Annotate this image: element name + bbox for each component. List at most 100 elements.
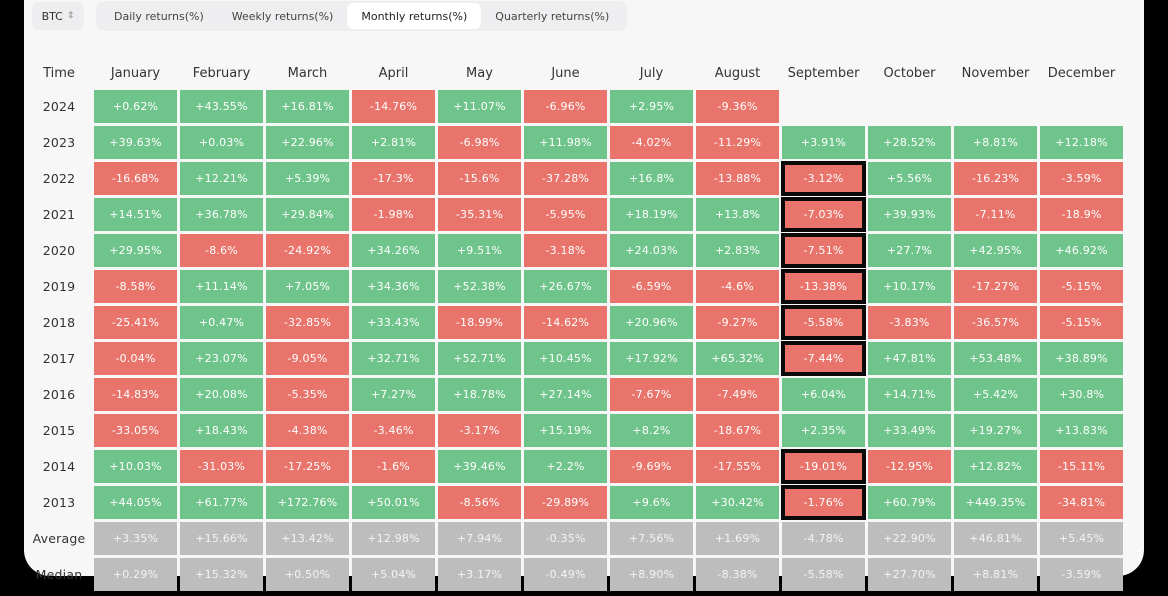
return-cell: +8.2% (610, 414, 693, 447)
return-cell: +14.71% (868, 378, 951, 411)
return-cell: -17.25% (266, 450, 349, 483)
return-cell: -8.6% (180, 234, 263, 267)
return-cell: -18.99% (438, 306, 521, 339)
return-cell: +5.42% (954, 378, 1037, 411)
empty-cell (868, 90, 951, 123)
return-cell: +12.18% (1040, 126, 1123, 159)
table-row: 2018 -25.41% +0.47% -32.85% +33.43% -18.99% -1… (27, 305, 1123, 340)
return-cell: +29.95% (94, 234, 177, 267)
stat-cell: -4.78% (782, 522, 865, 555)
return-cell: +10.03% (94, 450, 177, 483)
tab-monthly-returns[interactable]: Monthly returns(%) (347, 3, 482, 29)
return-cell: -0.04% (94, 342, 177, 375)
return-cell: -7.67% (610, 378, 693, 411)
return-cell: +2.2% (524, 450, 607, 483)
return-cell: -3.18% (524, 234, 607, 267)
return-cell: -6.96% (524, 90, 607, 123)
return-cell: +27.7% (868, 234, 951, 267)
return-cell: -5.95% (524, 198, 607, 231)
return-cell: +52.38% (438, 270, 521, 303)
stat-cell: +3.35% (94, 522, 177, 555)
tab-quarterly-returns[interactable]: Quarterly returns(%) (481, 3, 623, 29)
year-label: 2015 (42, 423, 76, 438)
header-row: Time January February March April May June Jul… (27, 59, 1123, 87)
return-cell: +43.55% (180, 90, 263, 123)
return-cell: +10.45% (524, 342, 607, 375)
return-cell: +11.98% (524, 126, 607, 159)
stat-cell: -0.49% (524, 558, 607, 591)
monthly-returns-table: Time January February March April May June Jul… (24, 56, 1126, 594)
stat-row-median: Median +0.29% +15.32% +0.50% +5.04% +3.17% -0.… (27, 558, 1123, 591)
return-cell: +13.83% (1040, 414, 1123, 447)
return-cell: +46.92% (1040, 234, 1123, 267)
return-cell: -9.27% (696, 306, 779, 339)
tab-weekly-returns[interactable]: Weekly returns(%) (218, 3, 348, 29)
return-cell: +18.19% (610, 198, 693, 231)
stat-cell: +8.81% (954, 558, 1037, 591)
return-cell: -15.6% (438, 162, 521, 195)
month-header-february: February (192, 65, 251, 81)
return-cell: +65.32% (696, 342, 779, 375)
return-cell: +5.39% (266, 162, 349, 195)
return-cell: -18.9% (1040, 198, 1123, 231)
return-cell: -6.59% (610, 270, 693, 303)
return-cell: +47.81% (868, 342, 951, 375)
year-label: 2023 (42, 135, 76, 150)
return-cell: -3.83% (868, 306, 951, 339)
return-cell: +11.14% (180, 270, 263, 303)
return-cell: +9.6% (610, 486, 693, 519)
return-cell: +2.83% (696, 234, 779, 267)
return-cell: -13.88% (696, 162, 779, 195)
return-cell: +0.03% (180, 126, 263, 159)
return-cell: -14.62% (524, 306, 607, 339)
return-cell: -34.81% (1040, 486, 1123, 519)
return-cell: +26.67% (524, 270, 607, 303)
month-header-august: August (714, 65, 761, 81)
year-label: 2014 (42, 459, 76, 474)
return-cell: +0.47% (180, 306, 263, 339)
table-row: 2024 +0.62% +43.55% +16.81% -14.76% +11.07% -6… (27, 90, 1123, 123)
stat-label: Average (32, 531, 86, 546)
stat-cell: +1.69% (696, 522, 779, 555)
return-cell: +33.49% (868, 414, 951, 447)
asset-select[interactable]: BTC ⇕ (32, 2, 84, 30)
return-cell: +24.03% (610, 234, 693, 267)
return-cell: -5.35% (266, 378, 349, 411)
return-cell: -37.28% (524, 162, 607, 195)
return-cell: -31.03% (180, 450, 263, 483)
return-cell: -1.6% (352, 450, 435, 483)
return-cell: +12.21% (180, 162, 263, 195)
return-cell: -4.38% (266, 414, 349, 447)
return-cell: +16.81% (266, 90, 349, 123)
stat-cell: -8.38% (696, 558, 779, 591)
stat-cell: +0.50% (266, 558, 349, 591)
return-cell: -36.57% (954, 306, 1037, 339)
return-cell: -33.05% (94, 414, 177, 447)
month-header-april: April (378, 65, 409, 81)
stat-cell: +46.81% (954, 522, 1037, 555)
tab-daily-returns[interactable]: Daily returns(%) (100, 3, 218, 29)
table-row: 2023 +39.63% +0.03% +22.96% +2.81% -6.98% +11.… (27, 126, 1123, 159)
return-cell: -5.15% (1040, 306, 1123, 339)
return-cell: +7.27% (352, 378, 435, 411)
month-header-november: November (961, 65, 1030, 81)
return-cell: +17.92% (610, 342, 693, 375)
return-cell: +2.81% (352, 126, 435, 159)
toolbar: BTC ⇕ Daily returns(%) Weekly returns(%)… (32, 0, 628, 32)
return-cell: -35.31% (438, 198, 521, 231)
month-header-october: October (883, 65, 936, 81)
return-cell: -15.11% (1040, 450, 1123, 483)
return-cell: -3.59% (1040, 162, 1123, 195)
year-label: 2016 (42, 387, 76, 402)
return-cell: +19.27% (954, 414, 1037, 447)
month-header-september: September (787, 65, 860, 81)
return-cell: +27.14% (524, 378, 607, 411)
month-header-july: July (639, 65, 664, 81)
return-cell: +30.8% (1040, 378, 1123, 411)
return-cell: +20.08% (180, 378, 263, 411)
return-cell: +13.8% (696, 198, 779, 231)
return-cell: -9.69% (610, 450, 693, 483)
return-cell: +28.52% (868, 126, 951, 159)
return-cell: -13.38% (781, 269, 866, 304)
return-cell: +36.78% (180, 198, 263, 231)
